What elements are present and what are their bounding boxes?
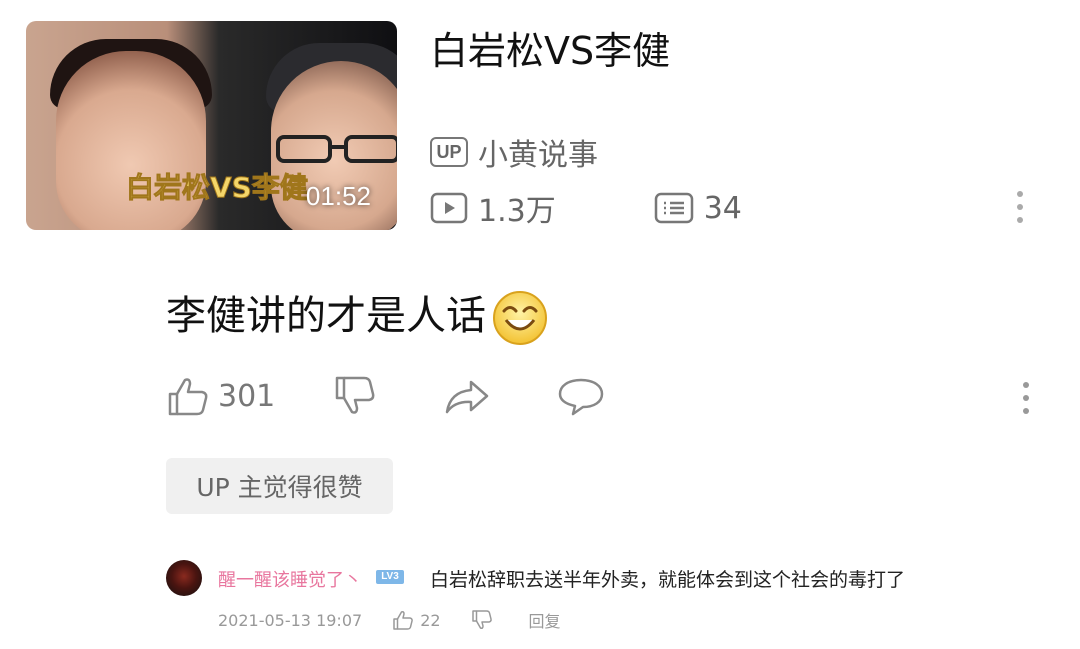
comment-more-options-icon[interactable] bbox=[1016, 380, 1036, 416]
reply-meta: 2021-05-13 19:07 22 回复 bbox=[218, 608, 591, 632]
thumbnail-overlay-title: 白岩松VS李健 bbox=[126, 171, 309, 205]
danmaku-count: 34 bbox=[703, 190, 742, 226]
thumbs-up-icon bbox=[168, 378, 208, 416]
reply-button[interactable] bbox=[557, 374, 613, 418]
video-thumbnail[interactable]: 白岩松VS李健 01:52 bbox=[26, 21, 397, 230]
share-icon bbox=[446, 380, 489, 414]
reply-avatar[interactable] bbox=[166, 560, 202, 596]
reply-like-count: 22 bbox=[420, 610, 441, 630]
thumbs-up-icon bbox=[393, 611, 414, 630]
video-title[interactable]: 白岩松VS李健 bbox=[430, 20, 670, 75]
comment-text: 李健讲的才是人话 bbox=[166, 293, 486, 339]
reply-timestamp: 2021-05-13 19:07 bbox=[218, 610, 363, 630]
reply-dislike-button[interactable] bbox=[471, 609, 499, 631]
level-badge: LV3 bbox=[376, 570, 404, 584]
grinning-squint-emoji-icon bbox=[493, 291, 547, 345]
video-stats: 1.3万 34 bbox=[430, 186, 840, 230]
video-duration: 01:52 bbox=[305, 181, 371, 211]
reply-username[interactable]: 醒一醒该睡觉了丶 bbox=[218, 566, 362, 592]
views-stat: 1.3万 bbox=[430, 186, 556, 230]
danmaku-icon bbox=[654, 192, 693, 224]
reply-text: 白岩松辞职去送半年外卖，就能体会到这个社会的毒打了 bbox=[430, 569, 906, 591]
up-liked-tag: UP 主觉得很赞 bbox=[166, 458, 393, 514]
glasses-graphic bbox=[276, 135, 397, 163]
danmaku-stat: 34 bbox=[654, 191, 742, 226]
reply-like-button[interactable]: 22 bbox=[392, 609, 441, 631]
comment-bubble-icon bbox=[559, 378, 604, 416]
dislike-button[interactable] bbox=[333, 374, 385, 418]
uploader-name[interactable]: 小黄说事 bbox=[478, 130, 598, 174]
like-button[interactable]: 301 bbox=[166, 374, 275, 418]
play-count-icon bbox=[430, 192, 468, 224]
thumbs-down-icon bbox=[336, 376, 375, 414]
thumbs-down-icon bbox=[471, 610, 492, 629]
comment-actions: 301 bbox=[166, 374, 671, 418]
comment-body: 李健讲的才是人话 bbox=[166, 283, 548, 346]
views-count: 1.3万 bbox=[478, 194, 556, 229]
up-badge-icon: UP bbox=[430, 137, 468, 167]
like-count: 301 bbox=[218, 378, 276, 414]
share-button[interactable] bbox=[443, 374, 499, 418]
more-options-icon[interactable] bbox=[1010, 189, 1030, 225]
reply-reply-button[interactable]: 回复 bbox=[529, 608, 561, 632]
uploader-row[interactable]: UP 小黄说事 bbox=[430, 130, 598, 174]
